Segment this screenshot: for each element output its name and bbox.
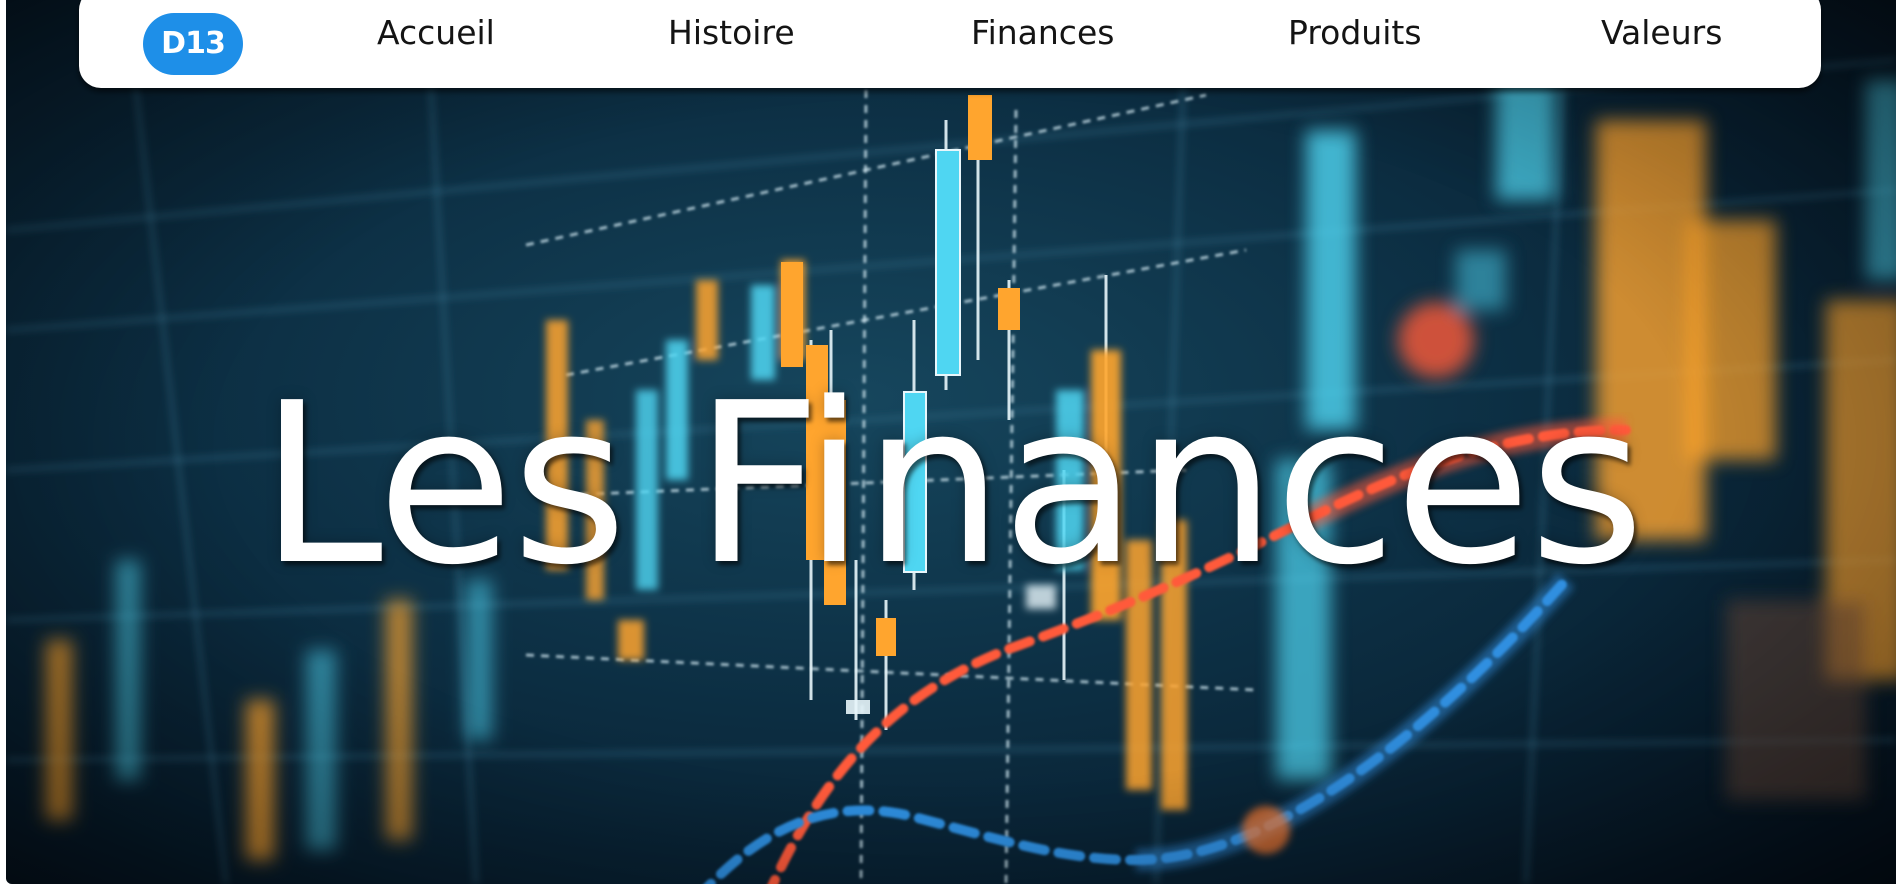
nav-item-finances[interactable]: Finances bbox=[971, 8, 1114, 58]
nav-item-valeurs[interactable]: Valeurs bbox=[1601, 8, 1722, 58]
hero-banner: Les Finances bbox=[6, 0, 1896, 884]
top-navigation-bar: D13 Accueil Histoire Finances Produits V… bbox=[79, 0, 1821, 88]
nav-item-accueil[interactable]: Accueil bbox=[377, 8, 495, 58]
d13-logo[interactable]: D13 bbox=[143, 13, 243, 75]
nav-item-produits[interactable]: Produits bbox=[1288, 8, 1422, 58]
nav-item-histoire[interactable]: Histoire bbox=[668, 8, 795, 58]
hero-title: Les Finances bbox=[259, 356, 1645, 614]
page: Les Finances D13 Accueil Histoire Financ… bbox=[0, 0, 1896, 884]
